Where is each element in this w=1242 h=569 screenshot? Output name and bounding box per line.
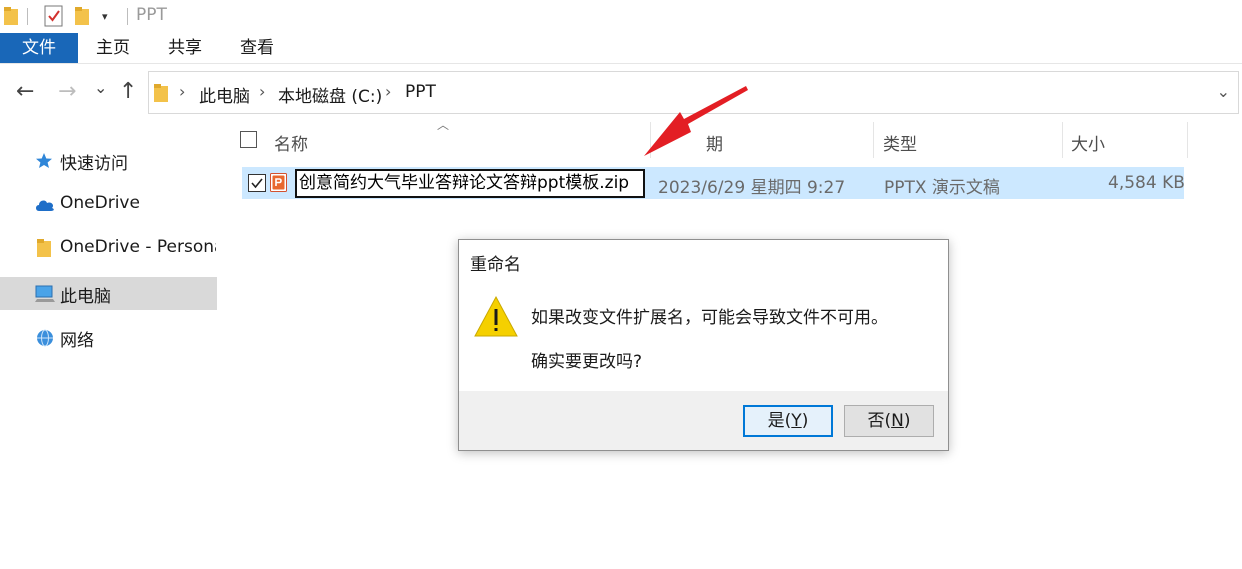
sidebar-item-label: OneDrive - Personal — [60, 237, 216, 257]
properties-icon[interactable] — [44, 5, 64, 31]
breadcrumb-ppt[interactable]: PPT — [405, 82, 436, 102]
dialog-title: 重命名 — [470, 255, 521, 275]
new-folder-icon[interactable] — [75, 7, 89, 29]
yes-button-label: 是( — [767, 411, 792, 431]
no-button[interactable]: 否(N) — [844, 405, 934, 437]
computer-icon — [34, 284, 55, 304]
folder-icon — [154, 84, 168, 106]
column-header-type[interactable]: 类型 — [883, 130, 917, 155]
dialog-footer: 是(Y) 否(N) — [459, 391, 948, 450]
yes-button-suffix: ) — [801, 411, 809, 431]
column-divider[interactable] — [1062, 122, 1063, 158]
yes-button[interactable]: 是(Y) — [743, 405, 833, 437]
folder-icon — [4, 7, 18, 29]
sidebar-item-label: OneDrive — [60, 193, 140, 213]
recent-locations-button[interactable]: ⌄ — [94, 78, 107, 97]
tab-file[interactable]: 文件 — [0, 33, 78, 63]
window-title: PPT — [136, 5, 167, 25]
sidebar-item-this-pc[interactable]: 此电脑 — [0, 277, 217, 310]
column-divider[interactable] — [873, 122, 874, 158]
sidebar-item-quick-access[interactable]: 快速访问 — [0, 144, 217, 177]
breadcrumb-separator[interactable]: › — [385, 82, 391, 101]
sidebar-item-label: 此电脑 — [60, 287, 111, 307]
divider — [127, 8, 128, 25]
pptx-file-icon — [270, 173, 287, 192]
file-size: 4,584 KB — [1108, 173, 1185, 193]
file-type: PPTX 演示文稿 — [884, 178, 1000, 198]
forward-button[interactable]: → — [58, 79, 76, 104]
back-button[interactable]: ← — [16, 79, 34, 104]
warning-icon — [474, 295, 518, 343]
customize-toolbar-dropdown[interactable]: ▾ — [102, 10, 108, 23]
breadcrumb-this-pc[interactable]: 此电脑 — [199, 82, 250, 107]
select-all-checkbox[interactable] — [240, 131, 257, 148]
folder-icon — [37, 239, 57, 259]
yes-accelerator-key: Y — [791, 411, 802, 431]
navigation-bar: ← → ⌄ ↑ › 此电脑 › 本地磁盘 (C:) › PPT ⌄ — [0, 64, 1242, 122]
column-header-size[interactable]: 大小 — [1071, 130, 1105, 155]
file-row[interactable]: 创意简约大气毕业答辩论文答辩ppt模板.zip 2023/6/29 星期四 9:… — [242, 167, 1185, 199]
breadcrumb-local-disk[interactable]: 本地磁盘 (C:) — [278, 82, 382, 107]
row-checkbox[interactable] — [248, 174, 266, 192]
tab-home[interactable]: 主页 — [96, 33, 130, 63]
dialog-question: 确实要更改吗? — [531, 352, 643, 372]
column-header-name[interactable]: 名称 — [274, 130, 308, 155]
address-dropdown-button[interactable]: ⌄ — [1217, 82, 1230, 101]
tab-share[interactable]: 共享 — [168, 33, 202, 63]
no-button-suffix: ) — [903, 411, 911, 431]
column-divider[interactable] — [1187, 122, 1188, 158]
sort-ascending-icon: ︿ — [437, 118, 450, 132]
file-modified-date: 2023/6/29 星期四 9:27 — [658, 178, 846, 198]
dialog-message: 如果改变文件扩展名，可能会导致文件不可用。 — [531, 308, 888, 328]
divider — [27, 8, 28, 25]
rename-input[interactable]: 创意简约大气毕业答辩论文答辩ppt模板.zip — [295, 169, 645, 198]
navigation-pane: 快速访问 OneDrive OneDrive - Personal 此电脑 网络 — [0, 122, 218, 569]
sidebar-item-label: 快速访问 — [60, 154, 128, 174]
annotation-arrow — [644, 86, 748, 156]
rename-dialog: 重命名 如果改变文件扩展名，可能会导致文件不可用。 确实要更改吗? 是(Y) 否… — [458, 239, 949, 451]
sidebar-item-onedrive-personal[interactable]: OneDrive - Personal — [0, 232, 217, 265]
sidebar-item-label: 网络 — [60, 331, 94, 351]
star-icon — [34, 151, 54, 171]
sidebar-item-onedrive[interactable]: OneDrive — [0, 188, 217, 221]
network-icon — [34, 328, 54, 348]
tab-view[interactable]: 查看 — [240, 33, 274, 63]
title-bar: ▾ PPT — [0, 0, 1242, 33]
no-accelerator-key: N — [891, 411, 904, 431]
breadcrumb-separator[interactable]: › — [179, 82, 185, 101]
breadcrumb-separator[interactable]: › — [259, 82, 265, 101]
sidebar-item-network[interactable]: 网络 — [0, 321, 217, 354]
ribbon: 文件 主页 共享 查看 — [0, 33, 1242, 64]
cloud-icon — [34, 195, 54, 215]
up-button[interactable]: ↑ — [119, 79, 137, 104]
no-button-label: 否( — [867, 411, 892, 431]
